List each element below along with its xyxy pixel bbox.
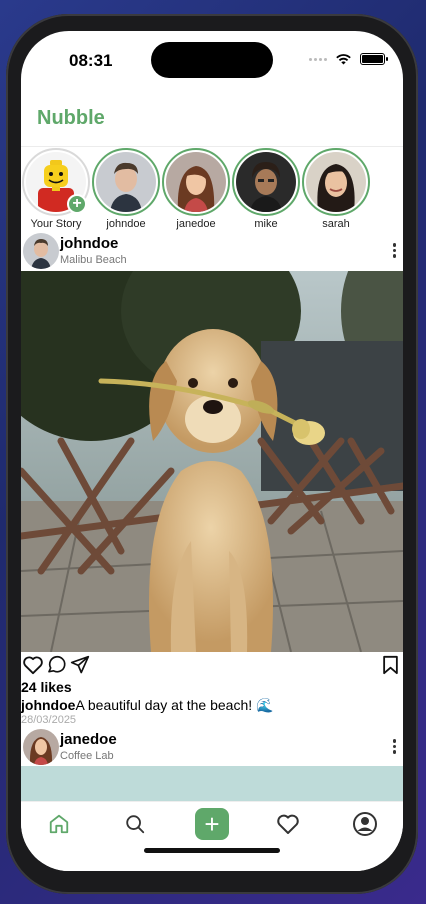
app-title: Nubble	[37, 107, 105, 129]
more-vertical-icon[interactable]	[392, 739, 396, 754]
golden-retriever-with-flower-photo[interactable]	[21, 271, 403, 652]
post-username[interactable]: janedoe	[60, 731, 117, 748]
add-story-icon[interactable]: +	[67, 194, 87, 214]
post-date: 28/03/2025	[21, 714, 77, 726]
header-divider	[21, 146, 403, 147]
post-location[interactable]: Coffee Lab	[60, 750, 114, 762]
story-ring	[92, 148, 160, 216]
more-vertical-icon[interactable]	[392, 243, 396, 258]
story-label: Your Story	[30, 218, 82, 230]
story-sarah[interactable]: sarah	[301, 148, 371, 232]
story-janedoe[interactable]: janedoe	[161, 148, 231, 232]
caption-text: A beautiful day at the beach! 🌊	[75, 697, 274, 713]
post-location[interactable]: Malibu Beach	[60, 254, 127, 266]
status-icons	[309, 53, 388, 65]
app-screen: 08:31 Nubble + Your Story johndoe janedo…	[21, 31, 403, 871]
wifi-icon	[336, 54, 351, 65]
tab-bar: +	[21, 801, 403, 871]
heart-icon[interactable]	[22, 655, 44, 675]
story-ring	[232, 148, 300, 216]
user-avatar[interactable]	[23, 729, 59, 765]
post-photo-preview[interactable]	[21, 766, 403, 802]
post-actions	[21, 652, 403, 680]
tab-activity[interactable]	[268, 808, 308, 840]
story-label: janedoe	[176, 218, 216, 230]
add-icon[interactable]: +	[195, 808, 229, 840]
user-avatar	[236, 152, 296, 212]
story-mike[interactable]: mike	[231, 148, 301, 232]
story-label: sarah	[322, 218, 350, 230]
story-ring	[162, 148, 230, 216]
post-header: janedoe Coffee Lab	[21, 728, 403, 766]
user-avatar	[166, 152, 226, 212]
stories-row: + Your Story johndoe janedoe mike sarah	[21, 148, 403, 232]
status-bar: 08:31	[21, 31, 403, 87]
story-your-story[interactable]: + Your Story	[21, 148, 91, 232]
profile-icon	[353, 812, 377, 836]
story-ring	[302, 148, 370, 216]
story-label: mike	[254, 218, 278, 230]
post-caption: johndoeA beautiful day at the beach! 🌊	[21, 697, 273, 714]
likes-count[interactable]: 24 likes	[21, 679, 72, 695]
tab-home[interactable]	[39, 808, 79, 840]
caption-username[interactable]: johndoe	[21, 697, 75, 713]
search-icon	[126, 815, 145, 834]
user-avatar[interactable]	[23, 233, 59, 269]
heart-icon	[277, 814, 299, 834]
user-avatar	[306, 152, 366, 212]
story-johndoe[interactable]: johndoe	[91, 148, 161, 232]
bookmark-icon[interactable]	[382, 655, 399, 675]
tab-profile[interactable]	[345, 808, 385, 840]
story-label: johndoe	[106, 218, 146, 230]
home-indicator[interactable]	[144, 848, 280, 853]
home-icon	[49, 814, 69, 834]
post-username[interactable]: johndoe	[60, 235, 118, 252]
dynamic-island	[151, 42, 273, 78]
status-time: 08:31	[69, 51, 113, 70]
user-avatar	[96, 152, 156, 212]
battery-icon	[360, 53, 388, 65]
post-header: johndoe Malibu Beach	[21, 232, 403, 270]
send-icon[interactable]	[69, 655, 91, 675]
tab-search[interactable]	[115, 808, 155, 840]
cellular-signal-icon	[309, 57, 327, 61]
comment-icon[interactable]	[46, 655, 67, 675]
